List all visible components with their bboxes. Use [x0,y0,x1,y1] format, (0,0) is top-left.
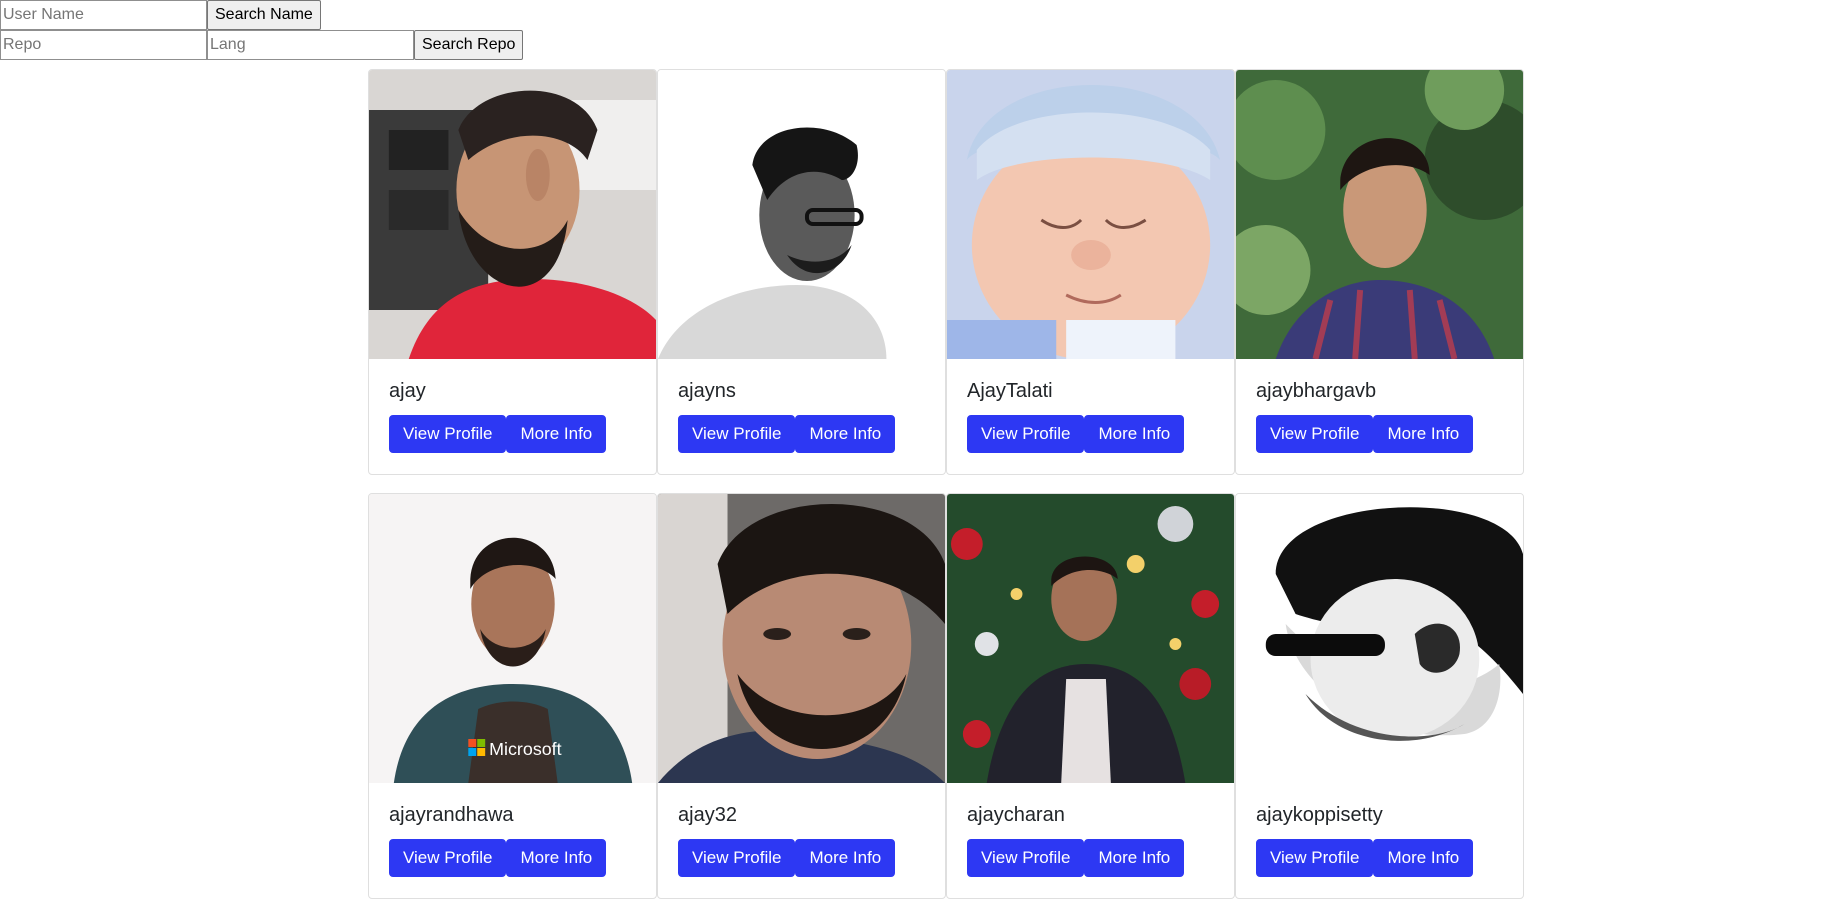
user-card: ajayns View Profile More Info [657,69,946,475]
user-avatar [947,70,1234,359]
more-info-button[interactable]: More Info [795,415,896,453]
more-info-button[interactable]: More Info [1084,839,1185,877]
repo-search-form: Search Repo [0,30,524,60]
search-repo-button[interactable]: Search Repo [414,30,524,60]
user-card: ajaybhargavb View Profile More Info [1235,69,1524,475]
more-info-button[interactable]: More Info [1373,415,1474,453]
user-avatar [369,70,656,359]
user-card: ajaycharan View Profile More Info [946,493,1235,899]
view-profile-button[interactable]: View Profile [967,415,1085,453]
more-info-button[interactable]: More Info [795,839,896,877]
user-card: Microsoft ajayrandhawa View Profile More… [368,493,657,899]
view-profile-button[interactable]: View Profile [1256,839,1374,877]
user-login: ajaybhargavb [1256,380,1377,402]
user-avatar [658,494,945,783]
user-avatar [947,494,1234,783]
user-card: ajaykoppisetty View Profile More Info [1235,493,1524,899]
view-profile-button[interactable]: View Profile [1256,415,1374,453]
user-card: AjayTalati View Profile More Info [946,69,1235,475]
view-profile-button[interactable]: View Profile [389,415,507,453]
user-login: ajay32 [678,804,737,826]
user-search-form: Search Name [0,0,321,30]
view-profile-button[interactable]: View Profile [967,839,1085,877]
user-login: ajay [389,380,426,402]
more-info-button[interactable]: More Info [1084,415,1185,453]
user-avatar [1236,494,1523,783]
card-row: ajay View Profile More Info ajayns View … [368,69,1524,475]
avatar-logo-text: Microsoft [489,739,561,759]
user-name-input[interactable] [0,0,207,30]
user-card-grid: ajay View Profile More Info ajayns View … [368,69,1524,917]
card-row: Microsoft ajayrandhawa View Profile More… [368,493,1524,899]
view-profile-button[interactable]: View Profile [678,839,796,877]
user-card: ajay32 View Profile More Info [657,493,946,899]
user-card: ajay View Profile More Info [368,69,657,475]
user-login: ajaykoppisetty [1256,804,1383,826]
search-name-button[interactable]: Search Name [207,0,321,30]
lang-input[interactable] [207,30,414,60]
user-login: ajayrandhawa [389,804,514,826]
more-info-button[interactable]: More Info [1373,839,1474,877]
more-info-button[interactable]: More Info [506,415,607,453]
more-info-button[interactable]: More Info [506,839,607,877]
view-profile-button[interactable]: View Profile [389,839,507,877]
user-avatar: Microsoft [369,494,656,783]
user-login: ajayns [678,380,736,402]
view-profile-button[interactable]: View Profile [678,415,796,453]
user-login: ajaycharan [967,804,1065,826]
repo-input[interactable] [0,30,207,60]
user-login: AjayTalati [967,380,1053,402]
user-avatar [658,70,945,359]
user-avatar [1236,70,1523,359]
